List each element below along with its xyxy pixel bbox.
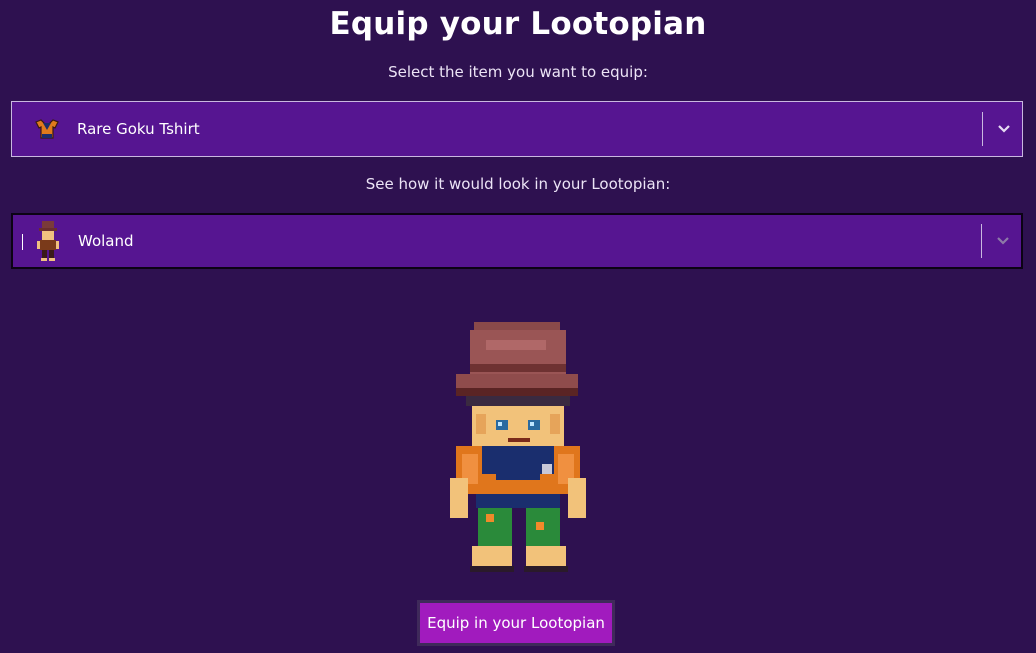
equip-button[interactable]: Equip in your Lootopian bbox=[417, 600, 615, 646]
item-select[interactable]: Rare Goku Tshirt bbox=[11, 101, 1023, 157]
chevron-down-icon[interactable] bbox=[988, 226, 1018, 256]
tshirt-icon bbox=[32, 114, 62, 144]
text-cursor bbox=[22, 234, 23, 250]
select-separator bbox=[981, 224, 982, 258]
item-select-value: Rare Goku Tshirt bbox=[77, 120, 200, 138]
chevron-down-icon[interactable] bbox=[989, 114, 1019, 144]
character-sprite-preview bbox=[442, 318, 594, 578]
character-avatar bbox=[33, 221, 63, 261]
character-select[interactable]: Woland bbox=[11, 213, 1023, 269]
character-select-label: See how it would look in your Lootopian: bbox=[365, 175, 671, 193]
select-separator bbox=[982, 112, 983, 146]
page-title: Equip your Lootopian bbox=[329, 6, 707, 42]
item-select-label: Select the item you want to equip: bbox=[388, 63, 648, 81]
equip-page: Equip your Lootopian Select the item you… bbox=[0, 0, 1036, 653]
character-select-value: Woland bbox=[78, 232, 134, 250]
